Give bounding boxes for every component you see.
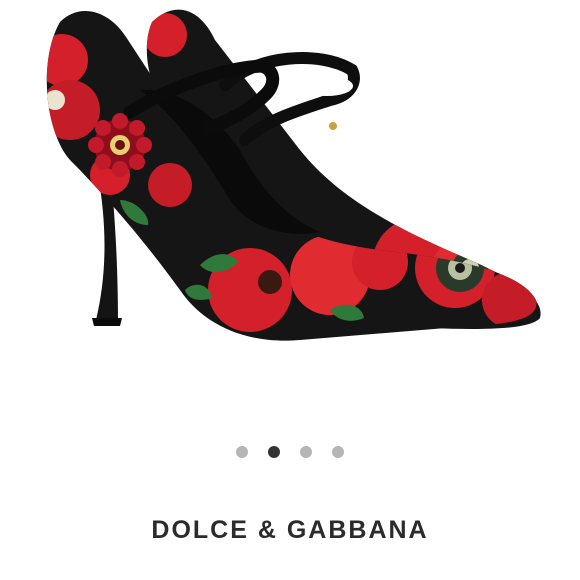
carousel-dot-2[interactable] (268, 446, 280, 458)
carousel-indicators (0, 446, 580, 458)
jewel-brooch-icon (88, 113, 152, 177)
carousel-dot-3[interactable] (300, 446, 312, 458)
carousel-dot-1[interactable] (236, 446, 248, 458)
carousel-dot-4[interactable] (332, 446, 344, 458)
brand-name: DOLCE & GABBANA (151, 516, 429, 544)
product-image[interactable] (0, 0, 580, 420)
floral-mary-jane-pump-image (46, 9, 541, 341)
